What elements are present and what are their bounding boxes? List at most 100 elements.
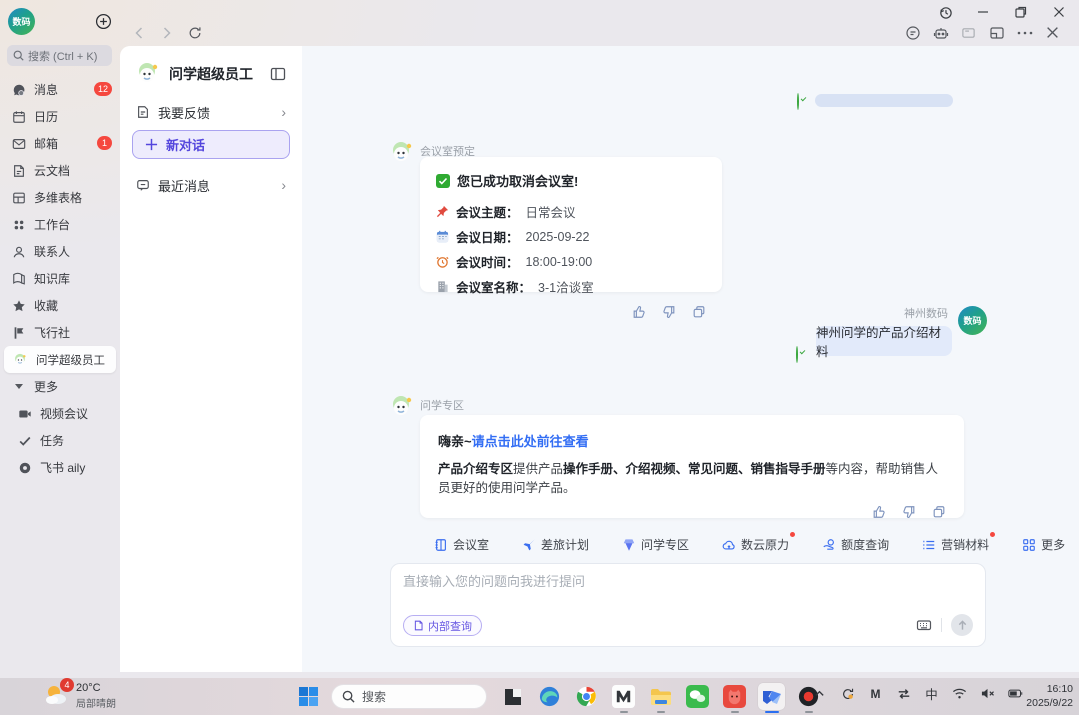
- sidebar-item-label: 任务: [40, 432, 64, 449]
- feedback-item[interactable]: 我要反馈 ›: [130, 99, 292, 125]
- chrome-app-icon[interactable]: [573, 683, 600, 710]
- thumbs-down-icon[interactable]: [902, 505, 916, 519]
- volume-muted-icon[interactable]: [980, 686, 995, 701]
- weather-icon: 4: [44, 682, 70, 708]
- minimize-button[interactable]: [969, 3, 997, 21]
- keyboard-icon[interactable]: [916, 617, 932, 633]
- system-tray: M 中: [812, 686, 1023, 701]
- files-app-icon[interactable]: [647, 683, 674, 710]
- add-icon[interactable]: [95, 13, 112, 30]
- sidebar-item-more[interactable]: 更多: [4, 373, 116, 400]
- copy-icon[interactable]: [692, 305, 706, 319]
- row-label: 会议室名称：: [456, 277, 531, 296]
- user-name: 神州数码: [864, 305, 948, 321]
- bot-avatar: [134, 61, 160, 87]
- pin-icon: [436, 205, 449, 218]
- chip-meeting-room[interactable]: 会议室: [434, 536, 489, 553]
- taskbar-weather[interactable]: 4 20°C 局部晴朗: [44, 682, 116, 710]
- user-message-avatar[interactable]: 数码: [958, 306, 987, 335]
- thumbs-up-icon[interactable]: [872, 505, 886, 519]
- chevron-right-icon: ›: [281, 104, 286, 120]
- sidebar-item-favorites[interactable]: 收藏: [4, 292, 116, 319]
- close-window-button[interactable]: [1045, 3, 1073, 21]
- sidebar-item-video-meeting[interactable]: 视频会议: [4, 400, 116, 427]
- sidebar-item-wenxue-bot[interactable]: 问学超级员工: [4, 346, 116, 373]
- refresh-button[interactable]: [186, 24, 204, 42]
- network-traffic-icon[interactable]: [896, 686, 911, 701]
- send-button[interactable]: [951, 614, 973, 636]
- sidebar-item-community[interactable]: 飞行社: [4, 319, 116, 346]
- new-chat-button[interactable]: 新对话: [132, 130, 290, 159]
- row-value: 18:00-19:00: [526, 255, 593, 269]
- maximize-button[interactable]: [1007, 3, 1035, 21]
- chip-more[interactable]: 更多: [1022, 536, 1065, 553]
- taskview-app-icon[interactable]: [499, 683, 526, 710]
- sidebar-item-messages[interactable]: 消息 12: [4, 76, 116, 103]
- chip-marketing-materials[interactable]: 营销材料: [922, 536, 989, 553]
- feishu-app-icon[interactable]: [758, 683, 785, 710]
- sidebar-item-knowledge[interactable]: 知识库: [4, 265, 116, 292]
- product-description: 产品介绍专区提供产品操作手册、介绍视频、常见问题、销售指导手册等内容，帮助销售人…: [438, 460, 946, 499]
- history-icon[interactable]: [931, 3, 959, 21]
- battery-icon[interactable]: [1008, 686, 1023, 701]
- message-tool-icon[interactable]: [904, 24, 921, 41]
- copy-icon[interactable]: [932, 505, 946, 519]
- sidebar-item-mail[interactable]: 邮箱 1: [4, 130, 116, 157]
- taskbar-search[interactable]: 搜索: [331, 684, 487, 709]
- aily-icon: [18, 461, 32, 475]
- read-receipt-icon: [796, 346, 798, 363]
- chip-label: 问学专区: [641, 536, 689, 553]
- desc-bold-segment: 操作手册、介绍视频、常见问题、销售指导手册: [563, 462, 826, 476]
- chip-product-zone[interactable]: 问学专区: [622, 536, 689, 553]
- app-sidebar: 数码 搜索 (Ctrl + K) 消息 12 日历 邮箱 1: [0, 0, 120, 677]
- wechat-app-icon[interactable]: [684, 683, 711, 710]
- meeting-topic-row: 会议主题： 日常会议: [436, 202, 706, 221]
- sidebar-nav: 消息 12 日历 邮箱 1 云文档 多维表格 工作台: [4, 76, 116, 481]
- collapse-panel-icon[interactable]: [270, 66, 286, 82]
- chip-quota-query[interactable]: 额度查询: [822, 536, 889, 553]
- building-icon: [436, 280, 449, 293]
- robot-tool-icon[interactable]: [932, 24, 949, 41]
- thumbs-up-icon[interactable]: [632, 305, 646, 319]
- ime-indicator[interactable]: 中: [924, 686, 939, 701]
- view-link[interactable]: 请点击此处前往查看: [472, 434, 589, 449]
- sidebar-item-aily[interactable]: 飞书 aily: [4, 454, 116, 481]
- start-button[interactable]: [298, 686, 319, 707]
- forward-button[interactable]: [158, 24, 176, 42]
- sidebar-item-workbench[interactable]: 工作台: [4, 211, 116, 238]
- recent-messages-item[interactable]: 最近消息 ›: [130, 172, 292, 198]
- weather-desc: 局部晴朗: [76, 695, 116, 710]
- sidebar-item-calendar[interactable]: 日历: [4, 103, 116, 130]
- edge-app-icon[interactable]: [536, 683, 563, 710]
- taskbar-clock[interactable]: 16:10 2025/9/22: [1026, 682, 1073, 710]
- notification-dot: [990, 532, 995, 537]
- user-avatar[interactable]: 数码: [8, 8, 35, 35]
- document-icon: [12, 164, 26, 178]
- sync-tray-icon[interactable]: [840, 686, 855, 701]
- m-app-icon[interactable]: [610, 683, 637, 710]
- mini-window-icon[interactable]: [960, 24, 977, 41]
- sidebar-item-contacts[interactable]: 联系人: [4, 238, 116, 265]
- back-button[interactable]: [130, 24, 148, 42]
- message-input[interactable]: [403, 574, 823, 589]
- cat-app-icon[interactable]: [721, 683, 748, 710]
- row-label: 会议主题：: [456, 202, 519, 221]
- wifi-icon[interactable]: [952, 686, 967, 701]
- sidebar-item-docs[interactable]: 云文档: [4, 157, 116, 184]
- sidebar-item-tasks[interactable]: 任务: [4, 427, 116, 454]
- new-chat-label: 新对话: [166, 135, 205, 154]
- tray-expand-icon[interactable]: [812, 686, 827, 701]
- thumbs-down-icon[interactable]: [662, 305, 676, 319]
- layout-panel-icon[interactable]: [988, 24, 1005, 41]
- chip-travel-plan[interactable]: 差旅计划: [522, 536, 589, 553]
- internal-query-chip[interactable]: 内部查询: [403, 615, 482, 636]
- running-indicator: [620, 711, 628, 714]
- more-tool-icon[interactable]: [1016, 24, 1033, 41]
- chip-shuyun-force[interactable]: 数云原力: [722, 536, 789, 553]
- m-tray-icon[interactable]: M: [868, 686, 883, 701]
- sidebar-item-base[interactable]: 多维表格: [4, 184, 116, 211]
- sidebar-search[interactable]: 搜索 (Ctrl + K): [7, 45, 112, 66]
- chip-label: 差旅计划: [541, 536, 589, 553]
- close-tab-icon[interactable]: [1044, 24, 1061, 41]
- mail-icon: [12, 137, 26, 151]
